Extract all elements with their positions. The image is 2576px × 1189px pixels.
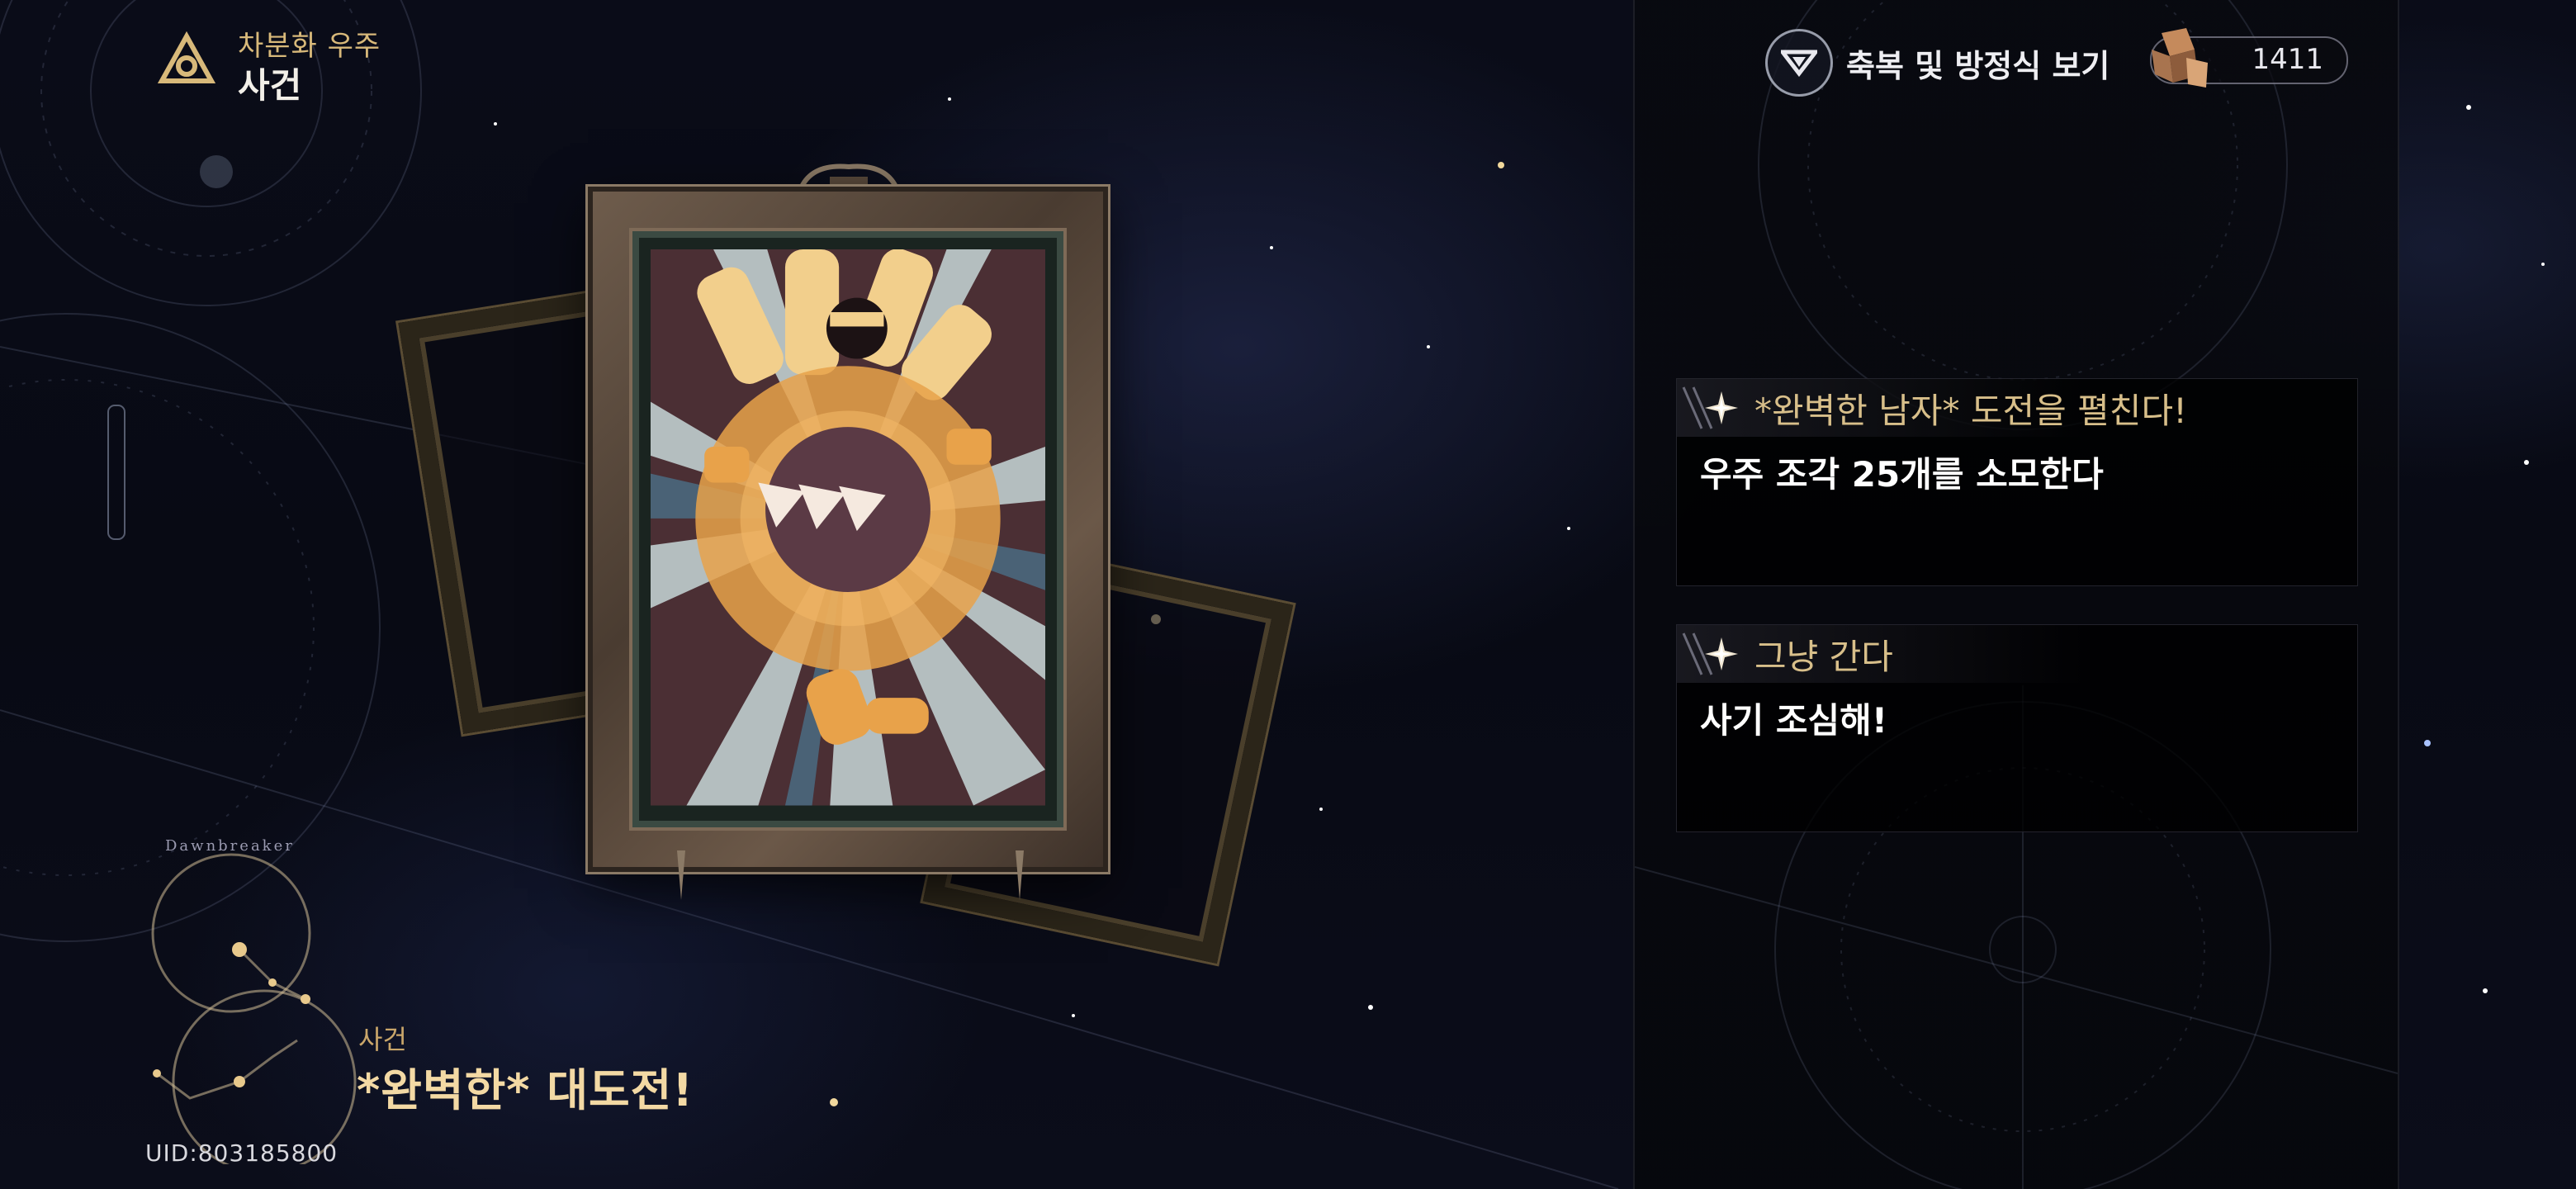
currency-value: 1411 <box>2252 43 2323 76</box>
choice-option-leave[interactable]: 그냥 간다 사기 조심해! <box>1676 624 2358 832</box>
choice-option-challenge[interactable]: *완벽한 남자* 도전을 펼친다! 우주 조각 25개를 소모한다 <box>1676 378 2358 586</box>
event-card-frame <box>588 187 1108 872</box>
game-screen: 차분화 우주 사건 Dawnbreaker 사건 *완벽한* 대도전! UID:… <box>0 0 2576 1189</box>
choice-option-title: 그냥 간다 <box>1754 636 1893 677</box>
svg-text:Dawnbreaker: Dawnbreaker <box>165 837 295 855</box>
triquetra-icon <box>157 31 216 83</box>
choice-option-title: *완벽한 남자* 도전을 펼친다! <box>1754 390 2187 431</box>
blessings-equations-button[interactable]: 축복 및 방정식 보기 <box>1765 29 2110 97</box>
event-card <box>632 231 1063 827</box>
uid-label: UID:803185800 <box>145 1139 339 1167</box>
sparkle-star-icon <box>1705 391 1738 424</box>
event-title: *완벽한* 대도전! <box>357 1064 694 1116</box>
blessings-equations-label: 축복 및 방정식 보기 <box>1846 47 2110 84</box>
event-card-art <box>651 249 1045 806</box>
frame-bottom-pins <box>677 850 1024 900</box>
cube-fragment-icon <box>2152 28 2208 88</box>
location-title: 사건 <box>238 65 302 106</box>
side-scroll-handle[interactable] <box>107 405 125 540</box>
choice-option-header: *완벽한 남자* 도전을 펼친다! <box>1677 379 2357 437</box>
event-kicker: 사건 <box>358 1024 407 1055</box>
choice-option-description: 사기 조심해! <box>1700 700 1887 741</box>
choice-option-header: 그냥 간다 <box>1677 625 2357 683</box>
choice-panel <box>1633 0 2399 1189</box>
choice-option-description: 우주 조각 25개를 소모한다 <box>1700 454 2104 495</box>
sparkle-star-icon <box>1705 637 1738 670</box>
chevron-down-triangle-icon <box>1765 29 1833 97</box>
panel-constellation-decor <box>1635 0 2398 1189</box>
